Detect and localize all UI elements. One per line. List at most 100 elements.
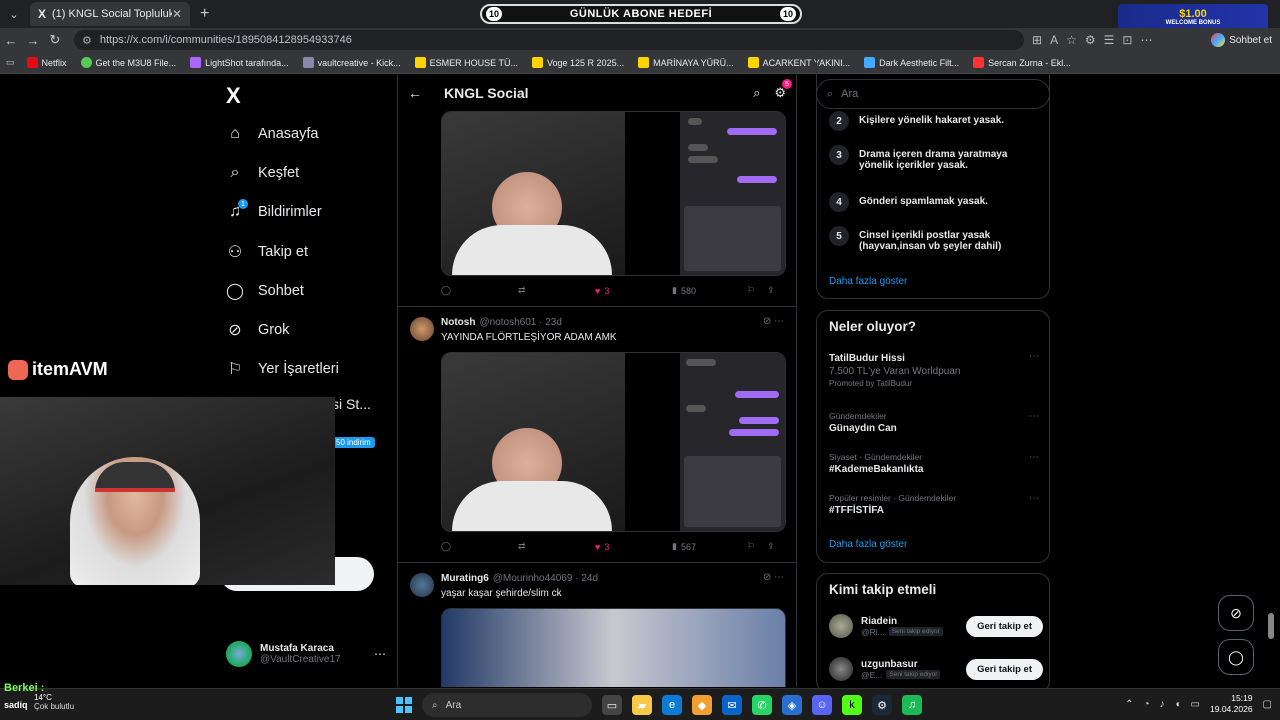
show-more-rules-link[interactable]: Daha fazla göster <box>829 276 907 287</box>
start-button[interactable] <box>396 697 412 713</box>
bookmark-icon[interactable]: ⚐ <box>747 285 767 296</box>
page-scrollbar[interactable] <box>1268 613 1274 639</box>
favorite-star-icon[interactable]: ☆ <box>1066 33 1077 47</box>
tweet-media[interactable] <box>441 352 786 532</box>
install-icon[interactable]: ⊞ <box>1032 33 1042 47</box>
follow-suggestion[interactable]: uzgunbasur @E... Seni takip ediyor Geri t… <box>829 657 1043 681</box>
grok-fab-icon[interactable]: ⊘ <box>1218 595 1254 631</box>
more-icon[interactable]: ⋯ <box>1029 411 1039 422</box>
more-icon[interactable]: ⋯ <box>374 647 386 661</box>
reply-icon[interactable]: ◯ <box>441 541 518 552</box>
repost-icon[interactable]: ⇄ <box>518 541 595 552</box>
like-button[interactable]: ♥ 3 <box>595 542 672 552</box>
battery-icon[interactable]: ▭ <box>1191 699 1200 710</box>
messages-fab-icon[interactable]: ◯ <box>1218 639 1254 675</box>
outlook-icon[interactable]: ✉ <box>722 695 742 715</box>
search-icon[interactable]: ⌕ <box>753 85 760 101</box>
read-aloud-icon[interactable]: A <box>1050 33 1058 47</box>
site-info-icon[interactable]: ⚙ <box>82 34 92 47</box>
favorites-icon[interactable]: ☰ <box>1104 33 1115 47</box>
follow-suggestion[interactable]: Riadein @Ri... Seni takip ediyor Geri tak… <box>829 614 1043 638</box>
url-field[interactable]: ⚙ https://x.com/i/communities/1895084128… <box>74 30 1024 50</box>
reading-list-icon[interactable]: ▭ <box>6 57 15 68</box>
speaker-icon[interactable]: ◖ <box>1175 699 1181 710</box>
bookmark-item[interactable]: Voge 125 R 2025... <box>532 57 624 68</box>
bookmark-item[interactable]: LightShot tarafında... <box>190 57 289 68</box>
more-icon[interactable]: ⊘ ⋯ <box>763 572 784 583</box>
network-icon[interactable]: ◔ <box>1143 699 1149 710</box>
nav-home[interactable]: ⌂ Anasayfa <box>226 125 318 143</box>
more-icon[interactable]: ⋯ <box>1029 452 1039 463</box>
app-icon[interactable]: ◆ <box>692 695 712 715</box>
notifications-icon[interactable]: ▢ <box>1263 699 1272 710</box>
back-icon[interactable]: ← <box>0 33 22 48</box>
nav-bookmarks[interactable]: ⚐ Yer İşaretleri <box>226 359 339 379</box>
trend-item[interactable]: TatilBudur Hissi 7.500 TL'ye Varan World… <box>829 351 1039 388</box>
nav-grok[interactable]: ⊘ Grok <box>226 320 289 340</box>
more-icon[interactable]: ⋯ <box>1029 351 1039 362</box>
tweet-media-image[interactable] <box>441 608 786 687</box>
show-more-trends-link[interactable]: Daha fazla göster <box>829 539 907 550</box>
tab-list-button[interactable]: ⌄ <box>4 4 24 24</box>
url-text: https://x.com/i/communities/189508412895… <box>99 34 352 46</box>
close-tab-icon[interactable]: ✕ <box>172 7 182 21</box>
trend-item[interactable]: Siyaset · Gündemdekiler #KademeBakanlıkt… <box>829 452 1039 475</box>
bookmark-item[interactable]: Get the M3U8 File... <box>80 57 176 68</box>
weather-widget[interactable]: 14°C Çok bulutlu <box>34 693 74 711</box>
tweet[interactable]: Murating6 @Mourinho44069 · 24d ⊘ ⋯ yaşar… <box>398 562 796 687</box>
share-icon[interactable]: ⇪ <box>767 285 775 296</box>
spotify-icon[interactable]: ♫ <box>902 695 922 715</box>
taskbar-search[interactable]: ⌕ Ara <box>422 693 592 717</box>
bookmark-item[interactable]: ESMER HOUSE TÜ... <box>414 57 518 68</box>
account-switcher[interactable]: Mustafa Karaca @VaultCreative17 ⋯ <box>226 641 386 667</box>
tweet-media[interactable] <box>441 111 786 276</box>
back-arrow-icon[interactable]: ← <box>408 85 422 101</box>
whatsapp-icon[interactable]: ✆ <box>752 695 772 715</box>
nav-notifications[interactable]: ♫ 1 Bildirimler <box>226 199 322 221</box>
task-view-icon[interactable]: ▭ <box>602 695 622 715</box>
more-icon[interactable]: ⋯ <box>1140 33 1152 47</box>
forward-icon[interactable]: → <box>22 33 44 48</box>
bookmark-item[interactable]: Netflix <box>26 57 67 68</box>
trend-item[interactable]: Popüler resimler · Gündemdekiler #TFFİST… <box>829 493 1039 516</box>
browser-tab-active[interactable]: X (1) KNGL Social Topluluk / X ✕ <box>30 2 190 26</box>
nav-explore[interactable]: ⌕ Keşfet <box>226 164 300 182</box>
nav-chat[interactable]: ◯ Sohbet <box>226 281 304 301</box>
file-explorer-icon[interactable]: ▰ <box>632 695 652 715</box>
discord-icon[interactable]: ☺ <box>812 695 832 715</box>
who-to-follow-box: Kimi takip etmeli Riadein @Ri... Seni tak… <box>816 573 1050 693</box>
steam-icon[interactable]: ⚙ <box>872 695 892 715</box>
microphone-icon[interactable]: ♪ <box>1160 699 1165 710</box>
collections-icon[interactable]: ⊡ <box>1122 33 1132 47</box>
clock[interactable]: 15:19 19.04.2026 <box>1210 693 1253 715</box>
x-logo-icon[interactable]: X <box>226 83 241 109</box>
subscriber-goal-bar: 10 GÜNLÜK ABONE HEDEFİ 10 <box>480 4 802 24</box>
app-icon[interactable]: ◈ <box>782 695 802 715</box>
settings-gear-icon[interactable]: ⚙ 5 <box>774 79 792 101</box>
chevron-up-icon[interactable]: ⌃ <box>1125 699 1133 710</box>
bookmark-icon[interactable]: ⚐ <box>747 541 767 552</box>
bookmark-item[interactable]: MARİNAYA YÜRÜ... <box>638 57 734 68</box>
new-tab-button[interactable]: + <box>200 5 209 23</box>
tweet[interactable]: Notosh @notosh601 · 23d ⊘ ⋯ YAYINDA FLÖR… <box>398 306 796 562</box>
edge-icon[interactable]: e <box>662 695 682 715</box>
author-name: Notosh <box>441 317 476 328</box>
share-icon[interactable]: ⇪ <box>767 541 775 552</box>
views-button[interactable]: ▮ 567 <box>672 541 747 552</box>
repost-icon[interactable]: ⇄ <box>518 285 595 296</box>
reply-icon[interactable]: ◯ <box>441 285 518 296</box>
more-icon[interactable]: ⊘ ⋯ <box>763 316 784 327</box>
copilot-chat-button[interactable]: Sohbet et <box>1211 33 1272 47</box>
reload-icon[interactable]: ↻ <box>44 32 66 48</box>
follow-back-button[interactable]: Geri takip et <box>966 615 1043 637</box>
views-button[interactable]: ▮ 580 <box>672 285 747 296</box>
nav-follow[interactable]: ⚇ Takip et <box>226 242 308 262</box>
follow-back-button[interactable]: Geri takip et <box>966 658 1043 680</box>
kick-icon[interactable]: k <box>842 695 862 715</box>
extensions-icon[interactable]: ⚙ <box>1085 33 1096 47</box>
bookmark-item[interactable]: vaultcreative - Kick... <box>302 57 401 68</box>
trend-item[interactable]: Gündemdekiler Günaydın Can ⋯ <box>829 411 1039 434</box>
like-button[interactable]: ♥ 3 <box>595 286 672 296</box>
chat-bubble-shape <box>688 118 702 125</box>
more-icon[interactable]: ⋯ <box>1029 493 1039 504</box>
